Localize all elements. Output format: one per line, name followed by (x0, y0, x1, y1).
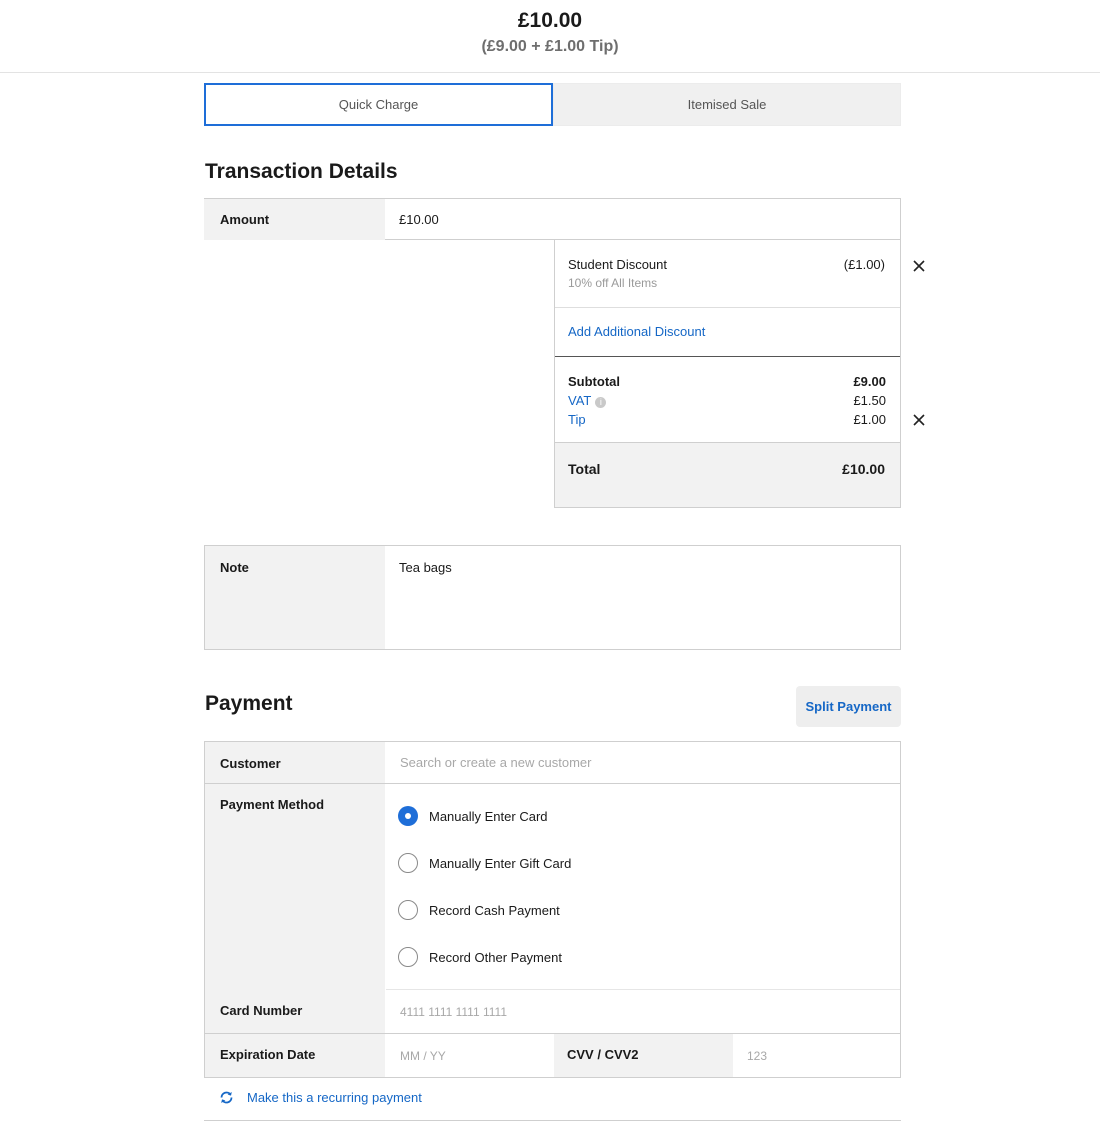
discount-line-item: Student Discount 10% off All Items (£1.0… (555, 240, 900, 308)
customer-label: Customer (220, 756, 281, 771)
order-summary: Subtotal £9.00 VAT i £1.50 Tip £1.00 (555, 356, 900, 443)
info-icon[interactable]: i (595, 397, 607, 408)
radio-manually-enter-card[interactable]: Manually Enter Card (398, 806, 548, 826)
sale-type-tabs: Quick Charge Itemised Sale (204, 83, 901, 126)
amount-label: Amount (204, 199, 385, 240)
tip-value: £1.00 (853, 412, 886, 427)
tip-row: Tip £1.00 (568, 412, 886, 427)
total-row: Total £10.00 (555, 443, 900, 507)
radio-label: Record Other Payment (429, 949, 562, 965)
note-field[interactable]: Tea bags (385, 546, 452, 649)
tab-itemised-sale[interactable]: Itemised Sale (553, 83, 901, 126)
subtotal-label: Subtotal (568, 374, 620, 389)
transaction-details-title: Transaction Details (205, 160, 398, 183)
discount-amount: (£1.00) (843, 257, 885, 272)
total-value: £10.00 (842, 461, 885, 477)
header-amount-breakdown: (£9.00 + £1.00 Tip) (481, 38, 619, 55)
vat-value: £1.50 (853, 393, 886, 408)
cvv-label-cell: CVV / CVV2 (554, 1034, 733, 1077)
charge-summary-header: £10.00 (£9.00 + £1.00 Tip) (0, 0, 1100, 73)
expiration-date-input[interactable] (386, 1034, 554, 1077)
remove-discount-close-icon[interactable] (912, 259, 926, 273)
discount-summary-panel: Student Discount 10% off All Items (£1.0… (554, 240, 901, 508)
radio-unselected-icon[interactable] (398, 947, 418, 967)
vat-link[interactable]: VAT (568, 393, 591, 408)
payment-form: Customer Payment Method Manually Enter C… (204, 741, 901, 1078)
radio-label: Record Cash Payment (429, 902, 560, 918)
split-payment-button[interactable]: Split Payment (796, 686, 901, 727)
remove-tip-close-icon[interactable] (912, 413, 926, 427)
header-total-amount: £10.00 (517, 9, 583, 32)
radio-unselected-icon[interactable] (398, 900, 418, 920)
customer-search-input[interactable] (386, 742, 900, 783)
note-label: Note (205, 546, 385, 649)
vat-row: VAT i £1.50 (568, 393, 886, 408)
discount-description: 10% off All Items (568, 276, 658, 290)
radio-label: Manually Enter Gift Card (429, 855, 572, 871)
total-label: Total (568, 461, 601, 477)
tip-link[interactable]: Tip (568, 412, 586, 427)
tab-quick-charge[interactable]: Quick Charge (204, 83, 553, 126)
card-number-input[interactable] (386, 990, 900, 1033)
cvv-input[interactable] (733, 1034, 900, 1077)
payment-title: Payment (205, 692, 293, 715)
amount-field[interactable]: £10.00 (385, 199, 439, 239)
divider (205, 783, 900, 784)
payment-method-label: Payment Method (220, 797, 325, 812)
recurring-payment-label: Make this a recurring payment (247, 1090, 422, 1105)
subtotal-row: Subtotal £9.00 (568, 374, 886, 389)
radio-unselected-icon[interactable] (398, 853, 418, 873)
radio-manually-enter-gift-card[interactable]: Manually Enter Gift Card (398, 853, 571, 873)
note-row: Note Tea bags (204, 545, 901, 650)
expiration-date-label: Expiration Date (220, 1047, 316, 1062)
cvv-label: CVV / CVV2 (567, 1047, 639, 1062)
refresh-icon (220, 1091, 233, 1104)
radio-selected-icon[interactable] (398, 806, 418, 826)
radio-label: Manually Enter Card (429, 808, 548, 824)
amount-row: Amount £10.00 (204, 198, 901, 240)
radio-record-cash-payment[interactable]: Record Cash Payment (398, 900, 560, 920)
payment-label-column (205, 742, 385, 1077)
radio-record-other-payment[interactable]: Record Other Payment (398, 947, 562, 967)
discount-name: Student Discount (568, 257, 668, 272)
add-additional-discount-link[interactable]: Add Additional Discount (568, 324, 705, 339)
recurring-payment-link[interactable]: Make this a recurring payment (218, 1089, 422, 1106)
subtotal-value: £9.00 (853, 374, 886, 389)
divider (204, 1120, 901, 1121)
card-number-label: Card Number (220, 1003, 303, 1018)
